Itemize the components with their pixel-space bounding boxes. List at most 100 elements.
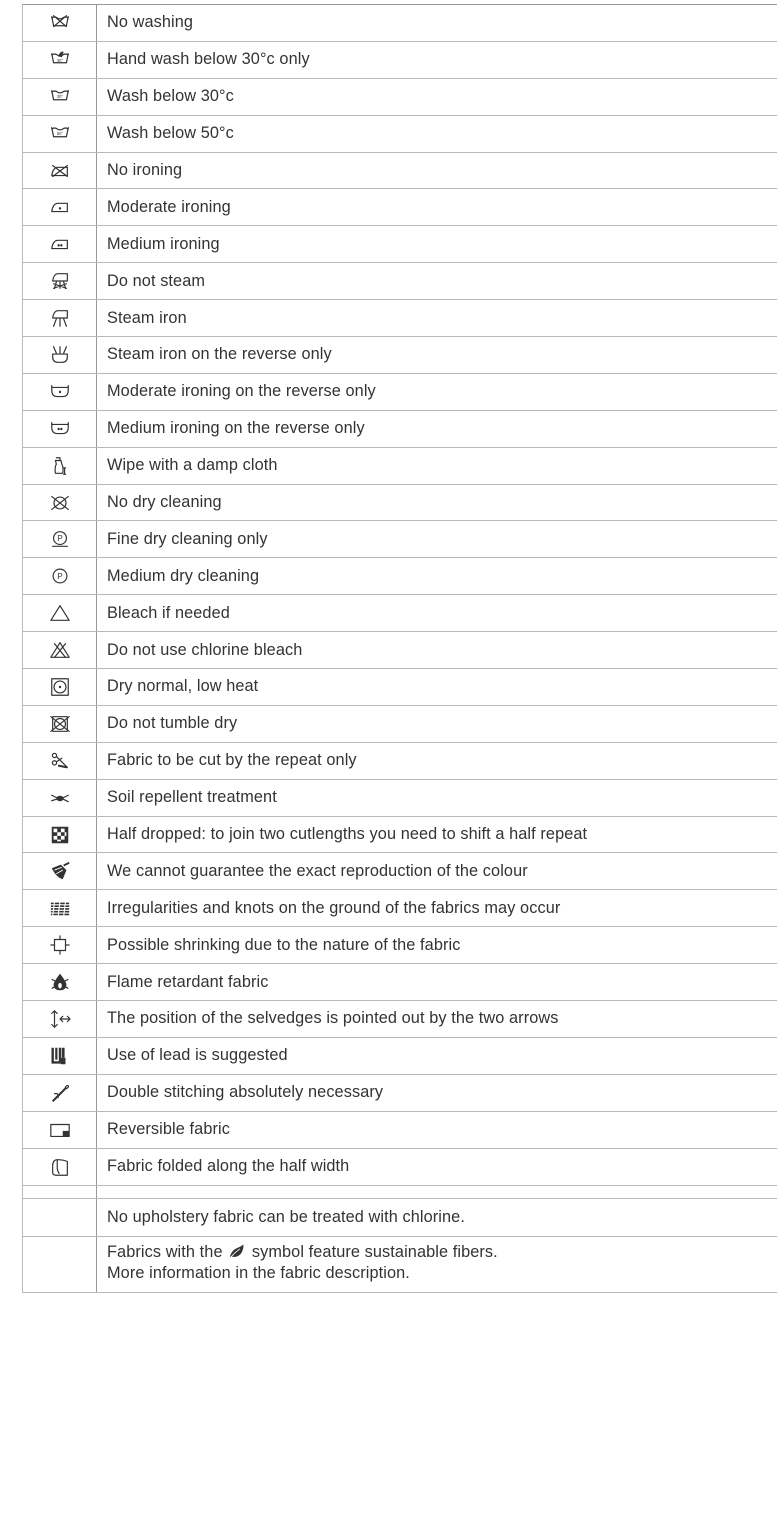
dry-clean-p-icon: P	[23, 565, 96, 587]
legend-label: The position of the selvedges is pointed…	[96, 1000, 777, 1038]
legend-icon-cell	[22, 4, 97, 42]
iron-one-dot-icon	[23, 196, 96, 218]
folded-fabric-icon	[23, 1156, 96, 1178]
legend-row: Do not tumble dry	[22, 704, 777, 743]
legend-icon-cell	[22, 151, 97, 190]
reversible-icon	[23, 1119, 96, 1141]
svg-text:50°: 50°	[56, 131, 63, 136]
needle-icon	[23, 1082, 96, 1104]
legend-icon-cell	[22, 926, 97, 965]
dry-clean-p-fine-icon: P	[23, 528, 96, 550]
legend-icon-cell	[22, 1147, 97, 1186]
legend-row: Steam iron on the reverse only	[22, 336, 777, 374]
legend-icon-cell	[22, 1110, 97, 1149]
legend-label: Steam iron on the reverse only	[96, 336, 777, 374]
legend-icon-cell	[22, 668, 97, 706]
half-drop-icon	[23, 824, 96, 846]
svg-text:P: P	[57, 534, 63, 543]
sustainable-note-before: Fabrics with the	[107, 1242, 223, 1261]
lead-weight-icon	[23, 1045, 96, 1067]
legend-label: Possible shrinking due to the nature of …	[96, 926, 777, 965]
legend-label: Irregularities and knots on the ground o…	[96, 889, 777, 928]
legend-row: Reversible fabric	[22, 1110, 777, 1149]
legend-body: No washing 30° Hand wash below 30°c only 30…	[22, 4, 777, 1293]
legend-icon-cell	[22, 1000, 97, 1038]
legend-label: No ironing	[96, 151, 777, 190]
legend-label: Do not steam	[96, 262, 777, 301]
legend-label: Moderate ironing on the reverse only	[96, 372, 777, 411]
legend-label: Steam iron	[96, 299, 777, 338]
chlorine-note: No upholstery fabric can be treated with…	[96, 1197, 777, 1237]
iron-reverse-two-dots-icon	[23, 418, 96, 440]
legend-label: No dry cleaning	[96, 483, 777, 522]
legend-row: No washing	[22, 4, 777, 42]
legend-icon-cell	[22, 409, 97, 448]
legend-icon-cell	[22, 372, 97, 411]
legend-icon-cell	[22, 1036, 97, 1075]
legend-icon-cell	[22, 262, 97, 301]
legend-label: No washing	[96, 4, 777, 42]
legend-label: Fine dry cleaning only	[96, 520, 777, 559]
legend-label: Medium ironing on the reverse only	[96, 409, 777, 448]
care-symbols-legend: No washing 30° Hand wash below 30°c only 30…	[22, 4, 777, 1293]
legend-icon-cell	[22, 963, 97, 1002]
legend-row: Fabric folded along the half width	[22, 1147, 777, 1186]
legend-icon-cell	[22, 483, 97, 522]
bleach-triangle-icon	[23, 602, 96, 624]
empty-cell	[22, 1184, 97, 1199]
legend-row: No dry cleaning	[22, 483, 777, 522]
legend-icon-cell	[22, 299, 97, 338]
legend-icon-cell	[22, 631, 97, 670]
no-tumble-dry-icon	[23, 713, 96, 735]
legend-row: Moderate ironing	[22, 188, 777, 227]
legend-row: Use of lead is suggested	[22, 1036, 777, 1075]
legend-icon-cell	[22, 594, 97, 633]
legend-icon-cell	[22, 852, 97, 891]
legend-row: Irregularities and knots on the ground o…	[22, 889, 777, 928]
legend-row: We cannot guarantee the exact reproducti…	[22, 852, 777, 891]
legend-label: Moderate ironing	[96, 188, 777, 227]
hand-wash-30-icon: 30°	[23, 49, 96, 71]
legend-icon-cell: 50°	[22, 114, 97, 153]
legend-icon-cell	[22, 225, 97, 264]
legend-row: Bleach if needed	[22, 594, 777, 633]
legend-label: Medium dry cleaning	[96, 557, 777, 596]
legend-row: Medium ironing	[22, 225, 777, 264]
shrink-icon	[23, 934, 96, 956]
legend-label: Dry normal, low heat	[96, 668, 777, 706]
legend-label: Soil repellent treatment	[96, 778, 777, 817]
soil-repellent-icon	[23, 787, 96, 809]
flame-icon	[23, 971, 96, 993]
legend-icon-cell: 30°	[22, 77, 97, 116]
legend-label: Do not tumble dry	[96, 704, 777, 743]
legend-row: Soil repellent treatment	[22, 778, 777, 817]
legend-icon-cell: 30°	[22, 40, 97, 79]
legend-icon-cell	[22, 889, 97, 928]
legend-row: Flame retardant fabric	[22, 963, 777, 1002]
no-dry-clean-icon	[23, 492, 96, 514]
fabric-texture-icon	[23, 897, 96, 919]
legend-row: 50° Wash below 50°c	[22, 114, 777, 153]
legend-label: Use of lead is suggested	[96, 1036, 777, 1075]
steam-iron-icon	[23, 307, 96, 329]
legend-row: Steam iron	[22, 299, 777, 338]
legend-label: We cannot guarantee the exact reproducti…	[96, 852, 777, 891]
steam-iron-reverse-icon	[23, 344, 96, 366]
iron-reverse-one-dot-icon	[23, 381, 96, 403]
svg-text:30°: 30°	[56, 58, 63, 63]
legend-label: Wash below 50°c	[96, 114, 777, 153]
legend-label: Fabric to be cut by the repeat only	[96, 741, 777, 780]
no-washing-icon	[23, 12, 96, 34]
wash-30-icon: 30°	[23, 86, 96, 108]
legend-row: Do not steam	[22, 262, 777, 301]
legend-label: Do not use chlorine bleach	[96, 631, 777, 670]
legend-label: Fabric folded along the half width	[96, 1147, 777, 1186]
no-steam-icon	[23, 270, 96, 292]
tumble-dry-low-icon	[23, 676, 96, 698]
legend-label: Reversible fabric	[96, 1110, 777, 1149]
legend-label: Flame retardant fabric	[96, 963, 777, 1002]
legend-row: The position of the selvedges is pointed…	[22, 1000, 777, 1038]
legend-row: Wipe with a damp cloth	[22, 446, 777, 485]
chlorine-note-row: No upholstery fabric can be treated with…	[22, 1197, 777, 1237]
empty-cell	[96, 1184, 777, 1199]
